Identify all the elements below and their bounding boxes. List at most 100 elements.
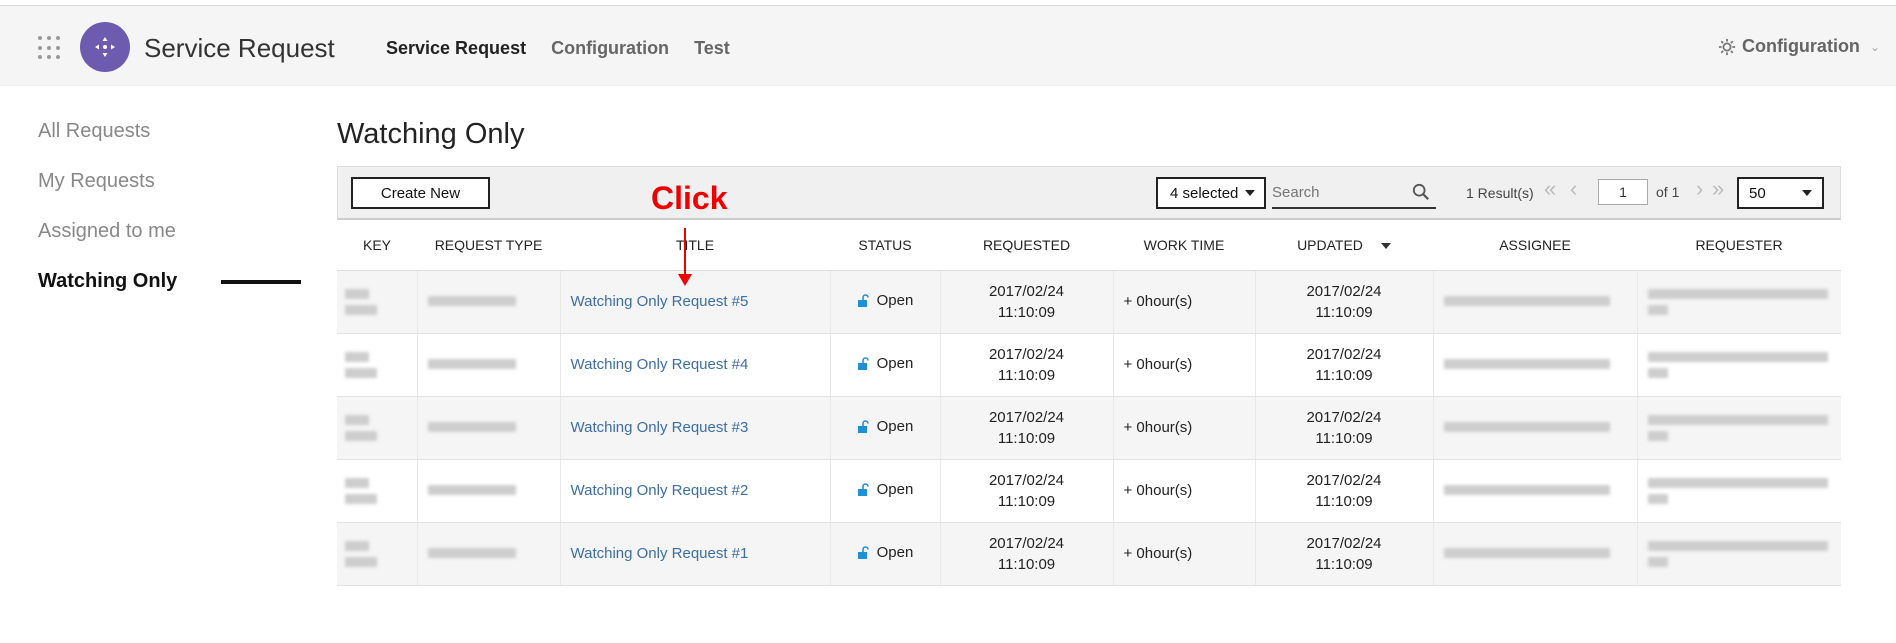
annotation-arrow-line (684, 228, 686, 278)
configuration-menu[interactable]: Configuration ⌄ (1718, 36, 1880, 57)
create-new-button[interactable]: Create New (351, 177, 490, 209)
search-box (1272, 177, 1436, 209)
page-number-input[interactable] (1598, 179, 1648, 205)
work-time-cell: + 0hour(s) (1113, 522, 1256, 586)
requested-date: 2017/02/24 (988, 534, 1065, 552)
request-title-link[interactable]: Watching Only Request #5 (571, 293, 749, 310)
table-row[interactable]: Watching Only Request #1 Open 2017/02/24… (337, 522, 1841, 586)
work-time-cell: + 0hour(s) (1113, 396, 1256, 460)
column-header-requested[interactable]: REQUESTED (940, 220, 1113, 271)
table-row[interactable]: Watching Only Request #3 Open 2017/02/24… (337, 396, 1841, 460)
requested-time: 11:10:09 (997, 303, 1056, 321)
title-cell: Watching Only Request #3 (560, 396, 831, 460)
caret-down-icon (1802, 190, 1812, 196)
nav-test[interactable]: Test (694, 38, 730, 59)
column-header-requester[interactable]: REQUESTER (1637, 220, 1841, 271)
requester-cell-redacted (1637, 396, 1841, 460)
per-page-value: 50 (1749, 184, 1766, 202)
requester-cell-redacted (1637, 459, 1841, 523)
key-cell-redacted (337, 396, 418, 460)
status-cell: Open (830, 270, 941, 334)
table-row[interactable]: Watching Only Request #4 Open 2017/02/24… (337, 333, 1841, 397)
column-header-work-time[interactable]: WORK TIME (1113, 220, 1255, 271)
column-header-updated-label: UPDATED (1297, 236, 1363, 253)
chevron-down-icon: ⌄ (1869, 39, 1880, 54)
search-input[interactable] (1272, 183, 1402, 201)
requester-cell-redacted (1637, 270, 1841, 334)
request-title-link[interactable]: Watching Only Request #3 (571, 419, 749, 436)
last-page-icon[interactable]: » (1712, 177, 1724, 201)
request-title-link[interactable]: Watching Only Request #4 (571, 356, 749, 373)
status-label: Open (876, 418, 914, 435)
updated-time: 11:10:09 (1315, 555, 1373, 573)
request-title-link[interactable]: Watching Only Request #1 (571, 545, 749, 562)
column-header-status[interactable]: STATUS (830, 220, 940, 271)
updated-date: 2017/02/24 (1306, 408, 1382, 426)
unlock-icon (857, 294, 869, 307)
updated-date: 2017/02/24 (1306, 534, 1382, 552)
key-cell-redacted (337, 270, 418, 334)
sidebar-item-all-requests[interactable]: All Requests (38, 118, 302, 168)
updated-cell: 2017/02/24 11:10:09 (1255, 333, 1434, 397)
nav-service-request[interactable]: Service Request (386, 38, 526, 59)
column-header-assignee[interactable]: ASSIGNEE (1433, 220, 1637, 271)
status-label: Open (876, 355, 914, 372)
column-header-key[interactable]: KEY (337, 220, 417, 271)
column-header-title[interactable]: TITLE (560, 220, 830, 271)
unlock-icon (857, 483, 869, 496)
page-total: of 1 (1656, 184, 1680, 200)
sidebar-item-watching-only[interactable]: Watching Only (38, 268, 302, 318)
work-time-cell: + 0hour(s) (1113, 459, 1256, 523)
status-filter-value: 4 selected (1170, 184, 1239, 202)
page-title: Watching Only (337, 118, 525, 150)
search-icon[interactable] (1412, 183, 1430, 201)
updated-time: 11:10:09 (1315, 429, 1373, 447)
requested-date: 2017/02/24 (988, 282, 1065, 300)
status-label: Open (876, 544, 914, 561)
requested-cell: 2017/02/24 11:10:09 (940, 270, 1114, 334)
sort-desc-icon (1380, 243, 1391, 250)
requester-cell-redacted (1637, 522, 1841, 586)
updated-date: 2017/02/24 (1306, 345, 1382, 363)
table-row[interactable]: Watching Only Request #5 Open 2017/02/24… (337, 270, 1841, 334)
requested-cell: 2017/02/24 11:10:09 (940, 522, 1114, 586)
column-header-request-type[interactable]: REQUEST TYPE (417, 220, 560, 271)
nav-configuration[interactable]: Configuration (551, 38, 669, 59)
requests-table: KEY REQUEST TYPE TITLE STATUS REQUESTED … (337, 220, 1841, 586)
app-launcher-icon[interactable] (38, 36, 62, 60)
table-row[interactable]: Watching Only Request #2 Open 2017/02/24… (337, 459, 1841, 523)
title-cell: Watching Only Request #4 (560, 333, 831, 397)
column-header-updated[interactable]: UPDATED (1255, 220, 1433, 271)
requested-date: 2017/02/24 (988, 345, 1065, 363)
sidebar-item-my-requests[interactable]: My Requests (38, 168, 302, 218)
first-page-icon[interactable]: « (1544, 177, 1556, 201)
request-type-cell-redacted (417, 270, 561, 334)
app-logo-icon[interactable] (80, 22, 130, 72)
sidebar-item-assigned-to-me[interactable]: Assigned to me (38, 218, 302, 268)
prev-page-icon[interactable]: ‹ (1570, 177, 1577, 201)
requested-date: 2017/02/24 (988, 408, 1065, 426)
title-cell: Watching Only Request #5 (560, 270, 831, 334)
assignee-cell-redacted (1433, 459, 1638, 523)
sidebar-item-label: Watching Only (38, 270, 178, 292)
request-type-cell-redacted (417, 333, 561, 397)
title-cell: Watching Only Request #2 (560, 459, 831, 523)
table-header-row: KEY REQUEST TYPE TITLE STATUS REQUESTED … (337, 220, 1841, 271)
request-type-cell-redacted (417, 396, 561, 460)
assignee-cell-redacted (1433, 333, 1638, 397)
results-count: 1 Result(s) (1466, 185, 1534, 201)
request-type-cell-redacted (417, 459, 561, 523)
status-cell: Open (830, 396, 941, 460)
request-title-link[interactable]: Watching Only Request #2 (571, 482, 749, 499)
active-indicator (221, 280, 301, 284)
next-page-icon[interactable]: › (1696, 177, 1703, 201)
key-cell-redacted (337, 459, 418, 523)
status-filter-select[interactable]: 4 selected (1156, 177, 1266, 209)
status-cell: Open (830, 333, 941, 397)
requested-time: 11:10:09 (997, 492, 1056, 510)
updated-time: 11:10:09 (1315, 303, 1373, 321)
list-toolbar: Create New 4 selected 1 Result(s) « ‹ of… (337, 166, 1841, 220)
per-page-select[interactable]: 50 (1737, 177, 1824, 209)
configuration-menu-label: Configuration (1741, 36, 1860, 56)
click-annotation: Click (651, 180, 728, 216)
